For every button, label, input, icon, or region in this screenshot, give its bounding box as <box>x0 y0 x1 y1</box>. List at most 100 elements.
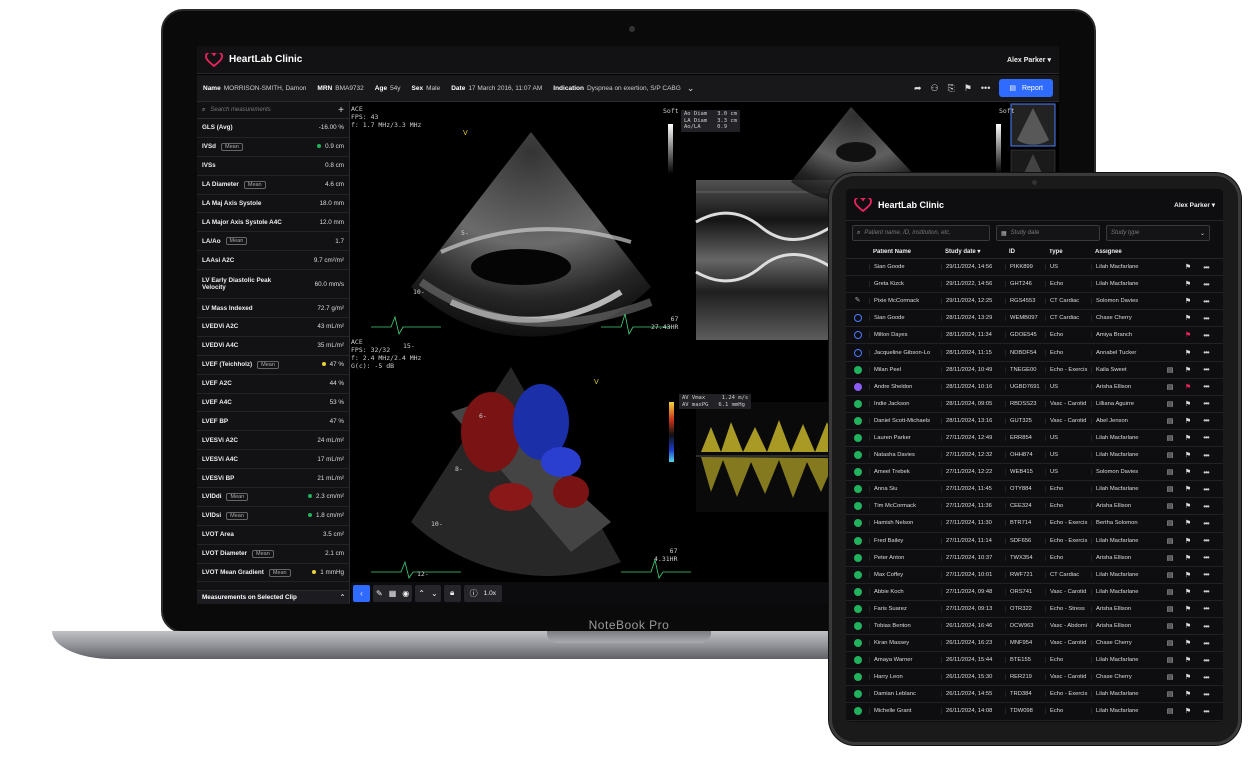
row-flag[interactable]: ⚑ <box>1179 519 1197 527</box>
measurement-row[interactable]: LVEF (Teichholz) Mean 47 % <box>197 356 349 375</box>
row-flag[interactable]: ⚑ <box>1179 673 1197 681</box>
row-report[interactable]: ▤ <box>1161 366 1179 374</box>
table-row[interactable]: Sian Goode 28/11/2024, 13:29 WEMB097 CT Car… <box>846 310 1223 328</box>
study-type-select[interactable]: Study type ⌄ <box>1106 225 1210 241</box>
tablet-user-menu[interactable]: Alex Parker ▾ <box>1174 201 1215 209</box>
col-study-date[interactable]: Study date ▾ <box>941 248 1005 255</box>
measurement-row[interactable]: LV Mass Indexed 72.7 g/m² <box>197 299 349 319</box>
measurement-row[interactable]: IVSd Mean 0.9 cm <box>197 138 349 157</box>
table-row[interactable]: Natasha Davies 27/11/2024, 12:32 OHH874 US L… <box>846 447 1223 465</box>
measurement-row[interactable]: LVIDdi Mean 2.3 cm/m² <box>197 488 349 507</box>
row-flag[interactable]: ⚑ <box>1179 571 1197 579</box>
measurement-row[interactable]: LVESVi A2C 24 mL/m² <box>197 431 349 451</box>
measurement-row[interactable]: LAAsi A2C 9.7 cm²/m² <box>197 251 349 271</box>
row-report[interactable]: ▤ <box>1161 434 1179 442</box>
measurement-row[interactable]: GLS (Avg) -16.00 % <box>197 119 349 138</box>
patient-search-input[interactable]: ⌕ Patient name, ID, institution, etc. <box>852 225 990 241</box>
row-more-icon[interactable]: ••• <box>1197 639 1215 648</box>
row-more-icon[interactable]: ••• <box>1197 690 1215 699</box>
measurement-row[interactable]: LVEF A2C 44 % <box>197 375 349 394</box>
row-report[interactable]: ▤ <box>1161 383 1179 391</box>
row-report[interactable]: ▤ <box>1161 537 1179 545</box>
measurement-row[interactable]: LVOT Mean Gradient Mean 1 mmHg <box>197 564 349 583</box>
table-row[interactable]: Fred Bailey 27/11/2024, 11:14 SDF656 Echo -… <box>846 533 1223 550</box>
table-row[interactable]: Max Coffey 27/11/2024, 10:01 RWF721 CT Card… <box>846 567 1223 584</box>
collapse-panel-button[interactable]: ‹ <box>353 584 370 602</box>
row-flag[interactable]: ⚑ <box>1179 605 1197 613</box>
measurement-row[interactable]: LVOT Diameter Mean 2.1 cm <box>197 545 349 564</box>
table-row[interactable]: Greta Kizck 29/11/2022, 14:56 GHT246 Echo Li… <box>846 276 1223 294</box>
table-row[interactable]: Tim McCormack 27/11/2024, 11:36 CEE324 Echo… <box>846 498 1223 516</box>
row-more-icon[interactable]: ••• <box>1197 519 1215 528</box>
row-flag[interactable]: ⚑ <box>1179 537 1197 545</box>
measurements-footer[interactable]: Measurements on Selected Clip ⌃ <box>197 590 349 604</box>
row-report[interactable]: ▤ <box>1161 400 1179 408</box>
measurement-row[interactable]: LVEF A4C 53 % <box>197 394 349 413</box>
row-report[interactable]: ▤ <box>1161 690 1179 698</box>
row-report[interactable]: ▤ <box>1161 673 1179 681</box>
table-row[interactable]: Daniel Scott-Michaels 28/11/2024, 13:16 GU… <box>846 413 1223 430</box>
row-more-icon[interactable]: ••• <box>1197 297 1215 306</box>
row-flag[interactable]: ⚑ <box>1179 280 1197 288</box>
user-menu[interactable]: Alex Parker ▾ <box>1007 56 1051 64</box>
row-flag[interactable]: ⚑ <box>1179 451 1197 459</box>
row-report[interactable]: ▤ <box>1161 519 1179 527</box>
measurement-row[interactable]: LA Diameter Mean 4.6 cm <box>197 176 349 195</box>
table-row[interactable]: Harry Leon 26/11/2024, 15:30 RER219 Vasc - … <box>846 669 1223 687</box>
table-row[interactable]: Lauren Parker 27/11/2024, 12:49 ERR854 US Li… <box>846 430 1223 448</box>
measurement-search[interactable]: ⌕ Search measurements + <box>197 102 349 119</box>
col-id[interactable]: ID <box>1005 249 1045 255</box>
row-report[interactable]: ▤ <box>1161 468 1179 476</box>
row-flag[interactable]: ⚑ <box>1179 639 1197 647</box>
attachment-icon[interactable]: ⎘ <box>948 83 955 94</box>
add-measurement-icon[interactable]: + <box>338 105 344 116</box>
row-flag[interactable]: ⚑ <box>1179 331 1197 339</box>
row-report[interactable]: ▤ <box>1161 417 1179 425</box>
prev-next-button[interactable]: ⌃ ⌄ <box>415 584 441 602</box>
row-report[interactable]: ▤ <box>1161 502 1179 510</box>
row-flag[interactable]: ⚑ <box>1179 349 1197 357</box>
measurement-row[interactable]: LVEDVi A4C 35 mL/m² <box>197 337 349 356</box>
table-row[interactable]: Michelle Grant 26/11/2024, 14:08 TDW098 Ech… <box>846 703 1223 721</box>
row-report[interactable]: ▤ <box>1161 656 1179 664</box>
ao-measure-box[interactable]: Ao Diam 3.0 cm LA Diam 3.3 cm Ao/LA 0.9 <box>681 110 740 132</box>
av-measure-box[interactable]: AV Vmax 1.24 m/s AV maxPG 6.1 mmHg <box>679 394 752 409</box>
row-flag[interactable]: ⚑ <box>1179 588 1197 596</box>
row-flag[interactable]: ⚑ <box>1179 434 1197 442</box>
row-more-icon[interactable]: ••• <box>1197 485 1215 494</box>
row-more-icon[interactable]: ••• <box>1197 348 1215 357</box>
table-row[interactable]: Hamish Nelson 27/11/2024, 11:30 BTR714 Echo… <box>846 515 1223 533</box>
row-more-icon[interactable]: ••• <box>1197 416 1215 425</box>
row-flag[interactable]: ⚑ <box>1179 297 1197 305</box>
row-report[interactable]: ▤ <box>1161 485 1179 493</box>
row-flag[interactable]: ⚑ <box>1179 314 1197 322</box>
row-flag[interactable]: ⚑ <box>1179 468 1197 476</box>
measurement-row[interactable]: IVSs 0.8 cm <box>197 157 349 176</box>
row-more-icon[interactable]: ••• <box>1197 280 1215 289</box>
row-more-icon[interactable]: ••• <box>1197 451 1215 460</box>
report-button[interactable]: ▤ Report <box>999 79 1053 97</box>
table-row[interactable]: Indie Jackson 28/11/2024, 09:05 RBDSS23 Vas… <box>846 396 1223 413</box>
row-report[interactable]: ▤ <box>1161 588 1179 596</box>
table-row[interactable]: ✎ Pixie McCormack 29/11/2024, 12:25 RGS4553… <box>846 293 1223 311</box>
row-more-icon[interactable]: ••• <box>1197 673 1215 682</box>
chevron-down-icon[interactable]: ⌄ <box>687 83 695 94</box>
table-row[interactable]: Anna Siu 27/11/2024, 11:45 OTY884 Echo Lilah… <box>846 481 1223 499</box>
row-flag[interactable]: ⚑ <box>1179 554 1197 562</box>
row-flag[interactable]: ⚑ <box>1179 383 1197 391</box>
table-row[interactable]: Ameel Trebek 27/11/2024, 12:22 WEB415 US Sol… <box>846 464 1223 482</box>
measurement-row[interactable]: LA/Ao Mean 1.7 <box>197 232 349 252</box>
row-report[interactable]: ▤ <box>1161 605 1179 613</box>
table-row[interactable]: Damian Leblanc 26/11/2024, 14:55 TRD384 Ech… <box>846 686 1223 704</box>
row-more-icon[interactable]: ••• <box>1197 536 1215 545</box>
row-more-icon[interactable]: ••• <box>1197 587 1215 596</box>
row-report[interactable]: ▤ <box>1161 451 1179 459</box>
row-more-icon[interactable]: ••• <box>1197 365 1215 374</box>
row-more-icon[interactable]: ••• <box>1197 263 1215 272</box>
row-more-icon[interactable]: ••• <box>1197 553 1215 562</box>
row-report[interactable]: ▤ <box>1161 622 1179 630</box>
row-more-icon[interactable]: ••• <box>1197 433 1215 442</box>
row-more-icon[interactable]: ••• <box>1197 502 1215 511</box>
study-date-input[interactable]: ▦ Study date <box>996 225 1100 241</box>
measurement-row[interactable]: LA Major Axis Systole A4C 12.0 mm <box>197 213 349 233</box>
